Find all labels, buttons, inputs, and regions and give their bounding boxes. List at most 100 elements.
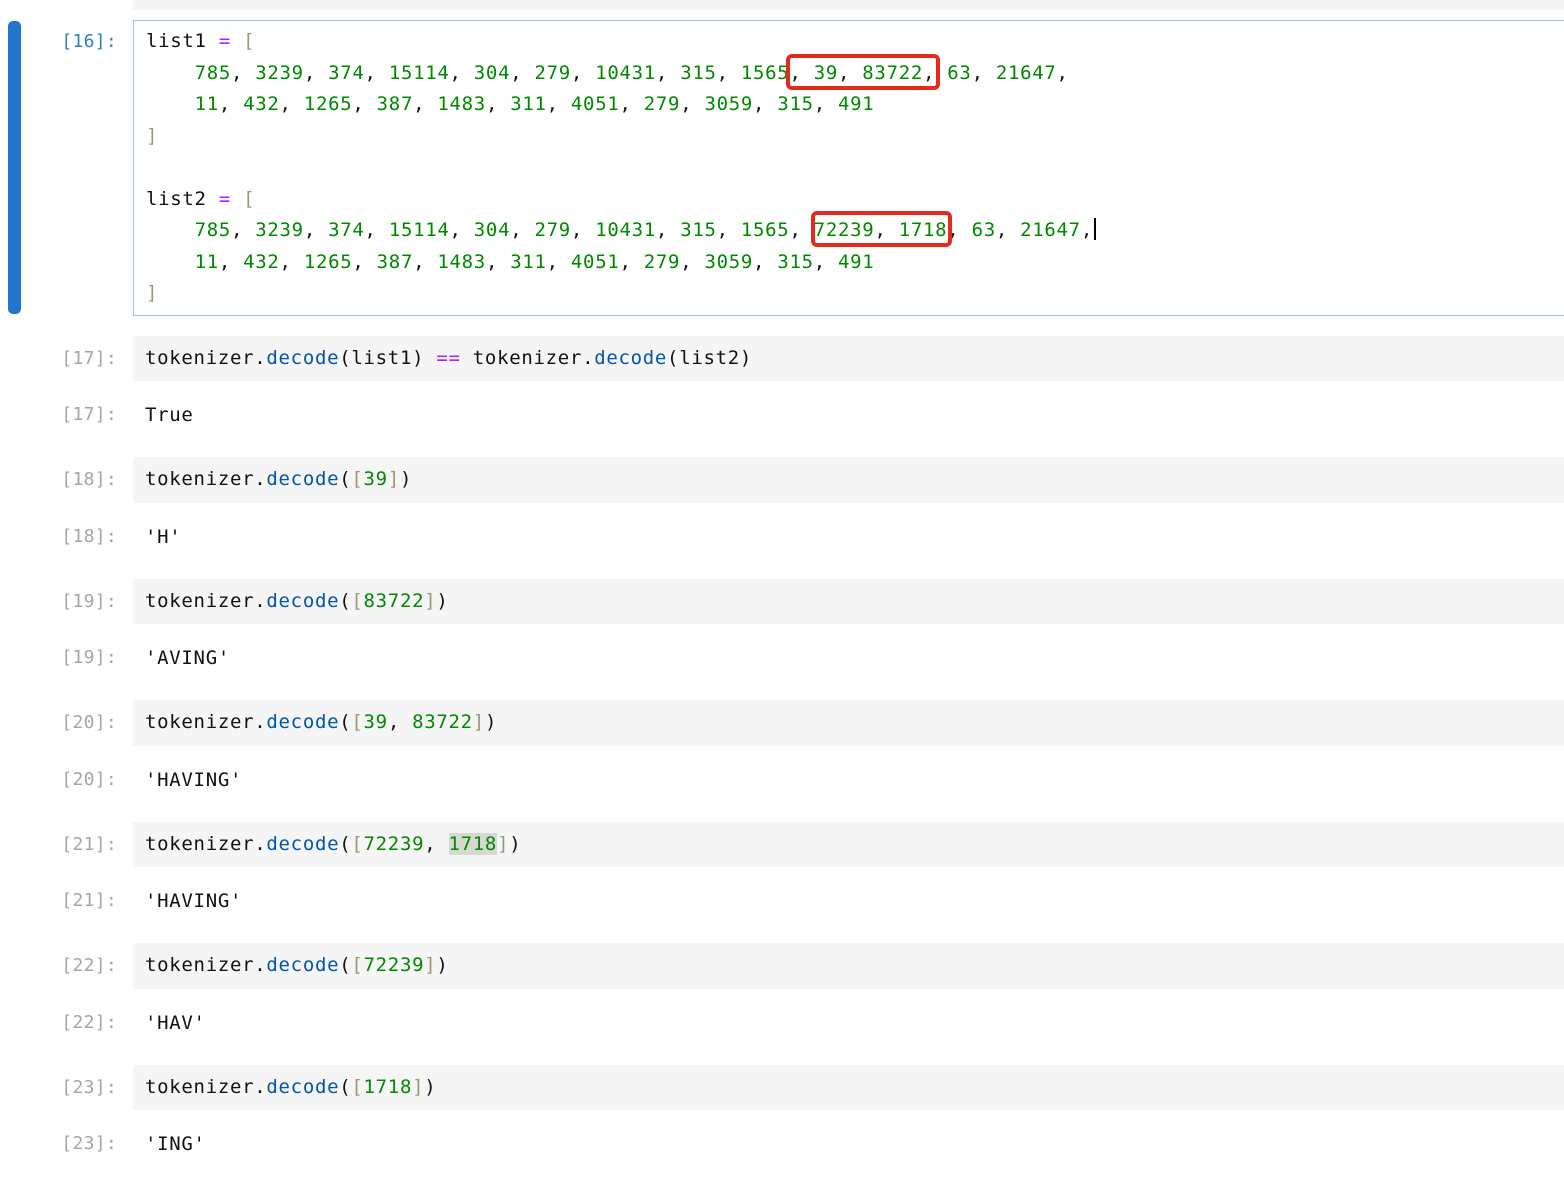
code-token: list1: [351, 347, 412, 369]
code-token: ,: [753, 251, 777, 273]
code-token: ,: [874, 219, 898, 241]
code-token: ,: [680, 93, 704, 115]
code-token: 3059: [704, 251, 753, 273]
jupyter-notebook-page: [16]:list1 = [ 785, 3239, 374, 15114, 30…: [0, 0, 1564, 1178]
cell-input-area: [19]: tokenizer.decode([83722]): [0, 579, 1564, 625]
code-editor[interactable]: tokenizer.decode([72239]): [133, 943, 1564, 989]
code-token: 3239: [255, 62, 304, 84]
code-token: (: [667, 347, 679, 369]
code-token: ]: [497, 833, 509, 855]
code-token: ,: [547, 251, 571, 273]
code-token: ,: [547, 93, 571, 115]
code-token: (: [339, 711, 351, 733]
code-token: (: [339, 347, 351, 369]
code-cell-20: [20]:tokenizer.decode([39, 83722])[20]:'…: [0, 700, 1564, 795]
code-token: [146, 219, 195, 241]
code-token: 10431: [595, 62, 656, 84]
code-token: .: [254, 833, 266, 855]
code-token: .: [254, 347, 266, 369]
code-token: 315: [680, 62, 716, 84]
input-prompt: [17]:: [0, 336, 133, 382]
code-token: ,: [450, 62, 474, 84]
output-prompt: [17]:: [0, 400, 133, 430]
code-token: 1718: [449, 833, 498, 855]
code-token: decode: [266, 1076, 339, 1098]
input-prompt: [23]:: [0, 1065, 133, 1111]
output-text: True: [133, 400, 194, 430]
code-editor[interactable]: tokenizer.decode([83722]): [133, 579, 1564, 625]
code-token: decode: [266, 347, 339, 369]
code-token: tokenizer: [145, 347, 254, 369]
code-token: (: [339, 833, 351, 855]
code-token: ]: [473, 711, 485, 733]
code-token: 304: [474, 219, 510, 241]
code-token: 72239: [364, 954, 425, 976]
code-token: ]: [146, 125, 158, 147]
code-token: 39: [814, 62, 838, 84]
input-prompt: [22]:: [0, 943, 133, 989]
code-token: [: [351, 590, 363, 612]
code-token: [802, 62, 814, 84]
code-line: list2 = [: [146, 184, 1564, 216]
code-token: 279: [644, 251, 680, 273]
input-prompt: [19]:: [0, 579, 133, 625]
output-text: 'HAVING': [133, 765, 242, 795]
code-line: tokenizer.decode([1718]): [145, 1072, 1564, 1104]
code-token: ,: [656, 219, 680, 241]
cell-output-area: [18]:'H': [0, 522, 1564, 552]
output-text: 'H': [133, 522, 181, 552]
code-editor[interactable]: list1 = [ 785, 3239, 374, 15114, 304, 27…: [133, 20, 1564, 316]
code-editor[interactable]: tokenizer.decode([72239, 1718]): [133, 822, 1564, 868]
code-editor[interactable]: tokenizer.decode([39]): [133, 457, 1564, 503]
code-token: 72239: [814, 219, 875, 241]
output-text: 'ING': [133, 1129, 206, 1159]
code-token: 387: [377, 93, 413, 115]
code-token: ,: [510, 62, 534, 84]
code-token: 279: [535, 219, 571, 241]
code-token: ]: [424, 954, 436, 976]
code-token: ,: [280, 93, 304, 115]
code-token: ]: [388, 468, 400, 490]
cell-output-area: [22]:'HAV': [0, 1008, 1564, 1038]
code-token: 1265: [304, 251, 353, 273]
code-cell-17: [17]:tokenizer.decode(list1) == tokenize…: [0, 336, 1564, 431]
code-editor[interactable]: tokenizer.decode(list1) == tokenizer.dec…: [133, 336, 1564, 382]
cell-output-area: [20]:'HAVING': [0, 765, 1564, 795]
code-token: ,: [1081, 219, 1093, 241]
code-token: decode: [266, 954, 339, 976]
code-token: .: [254, 590, 266, 612]
code-token: ,: [510, 219, 534, 241]
code-token: 10431: [595, 219, 656, 241]
code-token: ,: [219, 93, 243, 115]
code-editor[interactable]: tokenizer.decode([39, 83722]): [133, 700, 1564, 746]
code-token: 315: [777, 93, 813, 115]
cell-input-area: [16]:list1 = [ 785, 3239, 374, 15114, 30…: [0, 20, 1564, 316]
output-prompt: [21]:: [0, 886, 133, 916]
code-token: [: [351, 468, 363, 490]
code-token: tokenizer: [145, 590, 254, 612]
code-token: ): [436, 954, 448, 976]
code-token: ,: [789, 219, 813, 241]
cell-input-area: [21]:tokenizer.decode([72239, 1718]): [0, 822, 1564, 868]
code-token: 432: [243, 251, 279, 273]
code-token: ,: [486, 251, 510, 273]
previous-cell-editor-partial[interactable]: [133, 0, 1564, 10]
code-token: 21647: [1020, 219, 1081, 241]
code-line: [146, 152, 1564, 184]
code-token: ,: [619, 93, 643, 115]
code-token: 11: [195, 93, 219, 115]
code-token: 21647: [996, 62, 1057, 84]
code-token: 83722: [364, 590, 425, 612]
output-prompt: [18]:: [0, 522, 133, 552]
code-token: (: [339, 590, 351, 612]
code-line: tokenizer.decode([83722]): [145, 586, 1564, 618]
code-token: ,: [280, 251, 304, 273]
code-cell-16: [16]:list1 = [ 785, 3239, 374, 15114, 30…: [0, 20, 1564, 316]
code-cell-21: [21]:tokenizer.decode([72239, 1718])[21]…: [0, 822, 1564, 917]
code-token: 83722: [862, 62, 923, 84]
code-token: ,: [753, 93, 777, 115]
code-token: ,: [947, 219, 959, 241]
code-editor[interactable]: tokenizer.decode([1718]): [133, 1065, 1564, 1111]
code-token: [959, 219, 971, 241]
code-token: ]: [424, 590, 436, 612]
